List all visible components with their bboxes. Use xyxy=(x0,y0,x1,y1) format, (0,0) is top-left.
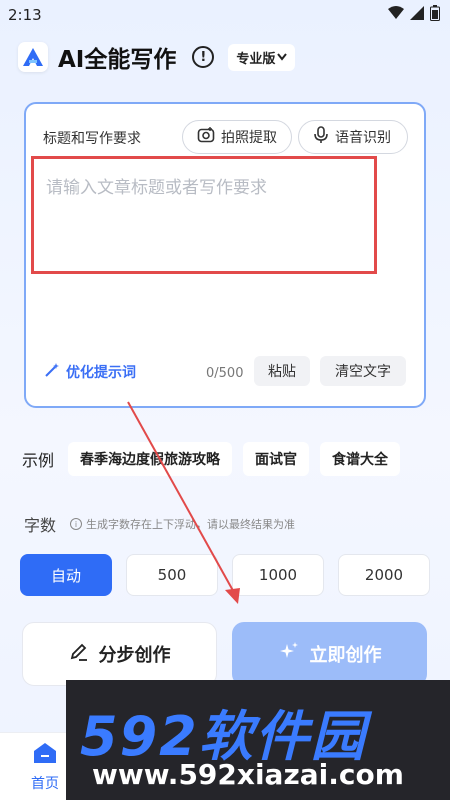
info-icon: i xyxy=(70,518,83,530)
input-card: 标题和写作要求 拍照提取 语音识别 优化提示词 0 xyxy=(24,102,426,408)
word-count-option-2000[interactable]: 2000 xyxy=(338,554,430,596)
photo-extract-button[interactable]: 拍照提取 xyxy=(182,120,292,154)
signal-icon xyxy=(410,6,424,24)
example-chip[interactable]: 春季海边度假旅游攻略 xyxy=(68,442,233,476)
app-header: AI全能写作 ! 专业版 xyxy=(18,40,296,74)
home-icon xyxy=(32,741,58,769)
create-now-button[interactable]: 立即创作 xyxy=(232,622,427,686)
status-bar: 2:13 xyxy=(0,0,450,30)
clear-text-button[interactable]: 清空文字 xyxy=(320,356,406,386)
examples-row: 示例 春季海边度假旅游攻略 面试官 食谱大全 xyxy=(22,442,411,476)
info-icon[interactable]: ! xyxy=(192,46,215,68)
magic-wand-icon xyxy=(44,362,60,382)
input-card-label: 标题和写作要求 xyxy=(43,131,141,147)
watermark-url: www.592xiazai.com xyxy=(92,758,404,791)
version-label: 专业版 xyxy=(236,51,276,67)
example-chip[interactable]: 食谱大全 xyxy=(320,442,401,476)
wifi-icon xyxy=(388,6,404,24)
word-count-option-1000[interactable]: 1000 xyxy=(232,554,324,596)
chevron-down-icon xyxy=(277,50,288,65)
sparkle-icon xyxy=(278,641,300,668)
word-count-label: 字数 xyxy=(24,516,57,535)
voice-recognition-button[interactable]: 语音识别 xyxy=(298,120,408,154)
example-chip[interactable]: 面试官 xyxy=(243,442,310,476)
nav-home-label: 首页 xyxy=(31,776,59,792)
char-count: 0/500 xyxy=(206,366,244,381)
paste-button[interactable]: 粘贴 xyxy=(254,356,310,386)
app-logo-icon xyxy=(18,42,48,72)
watermark-overlay: 592软件园 www.592xiazai.com xyxy=(66,680,450,800)
examples-label: 示例 xyxy=(22,451,55,470)
voice-recognition-label: 语音识别 xyxy=(335,130,391,146)
word-count-option-500[interactable]: 500 xyxy=(126,554,218,596)
status-time: 2:13 xyxy=(8,6,42,24)
nav-home-tab[interactable]: 首页 xyxy=(22,741,68,793)
word-count-option-auto[interactable]: 自动 xyxy=(20,554,112,596)
article-prompt-input[interactable] xyxy=(31,156,377,274)
word-count-hint: 生成字数存在上下浮动，请以最终结果为准 xyxy=(86,518,296,531)
app-title: AI全能写作 xyxy=(58,47,177,73)
microphone-icon xyxy=(313,126,329,148)
create-now-label: 立即创作 xyxy=(309,645,382,666)
optimize-prompt-label: 优化提示词 xyxy=(66,365,136,381)
pen-icon xyxy=(69,642,89,667)
version-dropdown[interactable]: 专业版 xyxy=(228,43,296,71)
camera-icon xyxy=(197,126,215,148)
step-create-button[interactable]: 分步创作 xyxy=(22,622,217,686)
step-create-label: 分步创作 xyxy=(98,645,171,666)
battery-icon xyxy=(430,5,440,25)
word-count-section: 字数 i 生成字数存在上下浮动，请以最终结果为准 xyxy=(24,512,295,536)
optimize-prompt-button[interactable]: 优化提示词 xyxy=(44,362,136,382)
photo-extract-label: 拍照提取 xyxy=(221,130,277,146)
